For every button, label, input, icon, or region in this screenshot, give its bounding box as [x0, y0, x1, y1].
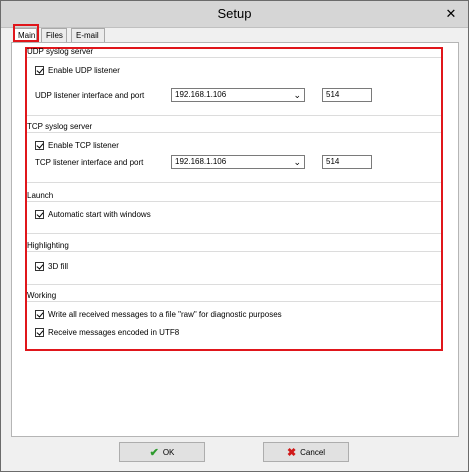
tcp-group-title: TCP syslog server: [27, 122, 93, 131]
udp-interface-select[interactable]: 192.168.1.106 ⌄: [171, 88, 305, 102]
tcp-port-input[interactable]: 514: [322, 155, 372, 169]
highlighting-divider: [27, 251, 441, 252]
check-icon: ✔: [149, 446, 159, 459]
fill3d-label: 3D fill: [48, 262, 69, 271]
tcp-interface-value: 192.168.1.106: [175, 157, 227, 166]
enable-tcp-label: Enable TCP listener: [48, 141, 119, 150]
write-raw-label: Write all received messages to a file "r…: [48, 310, 282, 319]
udp-interface-value: 192.168.1.106: [175, 90, 227, 99]
title-bar: Setup ✕: [1, 1, 468, 28]
tab-email[interactable]: E-mail: [71, 28, 105, 42]
autostart-checkbox[interactable]: Automatic start with windows: [35, 210, 151, 219]
launch-group-title: Launch: [27, 191, 54, 200]
working-divider: [27, 301, 441, 302]
working-group-title: Working: [27, 291, 57, 300]
checkbox-checked-icon: [35, 310, 44, 319]
udp-port-input[interactable]: 514: [322, 88, 372, 102]
highlighting-group-title: Highlighting: [27, 241, 69, 250]
close-icon[interactable]: ✕: [442, 5, 460, 23]
ok-label: OK: [162, 447, 175, 457]
chevron-down-icon: ⌄: [293, 157, 301, 167]
udp-group: UDP syslog server Enable UDP listener UD…: [27, 47, 441, 107]
enable-tcp-checkbox[interactable]: Enable TCP listener: [35, 141, 119, 150]
cancel-label: Cancel: [300, 447, 326, 457]
tcp-interface-select[interactable]: 192.168.1.106 ⌄: [171, 155, 305, 169]
ok-button[interactable]: ✔ OK: [119, 442, 205, 462]
tcp-group: TCP syslog server Enable TCP listener TC…: [27, 122, 441, 182]
enable-udp-checkbox[interactable]: Enable UDP listener: [35, 66, 120, 75]
fill3d-checkbox[interactable]: 3D fill: [35, 262, 68, 271]
checkbox-checked-icon: [35, 328, 44, 337]
tab-highlight: [13, 24, 39, 42]
chevron-down-icon: ⌄: [293, 90, 301, 100]
autostart-label: Automatic start with windows: [48, 210, 151, 219]
launch-group: Launch Automatic start with windows: [27, 191, 441, 231]
launch-bottom-divider: [27, 233, 441, 234]
utf8-label: Receive messages encoded in UTF8: [48, 328, 180, 337]
checkbox-checked-icon: [35, 262, 44, 271]
udp-bottom-divider: [27, 115, 441, 116]
launch-divider: [27, 201, 441, 202]
setup-window: Setup ✕ Main Files E-mail UDP syslog ser…: [0, 0, 469, 472]
window-title: Setup: [217, 6, 252, 21]
cross-icon: ✖: [286, 446, 297, 459]
checkbox-checked-icon: [35, 66, 44, 75]
highlighting-bottom-divider: [27, 284, 441, 285]
checkbox-checked-icon: [35, 141, 44, 150]
working-group: Working Write all received messages to a…: [27, 291, 441, 346]
checkbox-checked-icon: [35, 210, 44, 219]
highlighting-group: Highlighting 3D fill: [27, 241, 441, 281]
udp-divider: [27, 57, 441, 58]
tcp-divider: [27, 132, 441, 133]
utf8-checkbox[interactable]: Receive messages encoded in UTF8: [35, 328, 179, 337]
write-raw-checkbox[interactable]: Write all received messages to a file "r…: [35, 310, 282, 319]
cancel-button[interactable]: ✖ Cancel: [263, 442, 349, 462]
udp-interface-label: UDP listener interface and port: [35, 91, 145, 100]
tab-files[interactable]: Files: [41, 28, 67, 42]
enable-udp-label: Enable UDP listener: [48, 66, 120, 75]
tcp-interface-label: TCP listener interface and port: [35, 158, 144, 167]
tcp-bottom-divider: [27, 182, 441, 183]
udp-group-title: UDP syslog server: [27, 47, 94, 56]
